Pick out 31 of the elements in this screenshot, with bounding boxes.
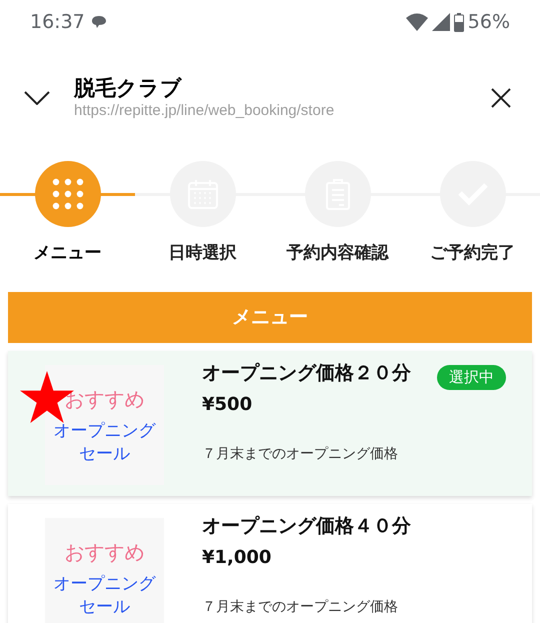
step-label: メニュー <box>34 242 102 265</box>
step-label: ご予約完了 <box>430 242 515 265</box>
menu-title: オープニング価格２０分 <box>202 360 411 386</box>
battery-icon <box>454 12 464 32</box>
battery-percent: 56% <box>468 10 510 35</box>
page-title: 脱毛クラブ <box>74 75 183 101</box>
thumbnail-caption: セール <box>79 442 130 466</box>
step-label: 予約内容確認 <box>286 242 388 265</box>
grid-icon <box>50 177 84 211</box>
step-label: 日時選択 <box>168 242 236 265</box>
menu-title: オープニング価格４０分 <box>202 514 411 538</box>
thumbnail-tag: おすすめ <box>64 536 144 566</box>
menu-note: ７月末までのオープニング価格 <box>202 598 399 617</box>
thumbnail-caption: オープニング <box>54 572 156 596</box>
menu-card[interactable]: おすすめ オープニング セール オープニング価格４０分 ¥1,000 ７月末までのオープニング価格 <box>8 504 532 623</box>
wifi-icon <box>406 13 428 31</box>
thumbnail-caption: セール <box>79 596 130 618</box>
menu-note: ７月末までのオープニング価格 <box>202 445 399 464</box>
thumbnail-caption: オープニング <box>54 420 156 442</box>
selected-badge: 選択中 <box>437 364 506 390</box>
thumbnail-tag: おすすめ <box>64 384 144 414</box>
chevron-down-icon <box>24 91 50 105</box>
page-url: https://repitte.jp/line/web_booking/store <box>74 101 336 121</box>
menu-price: ¥1,000 <box>202 546 272 570</box>
status-time: 16:37 <box>30 10 85 35</box>
close-icon <box>491 88 511 108</box>
menu-price: ¥500 <box>202 393 254 417</box>
chat-bubble-icon <box>90 14 107 30</box>
menu-card[interactable]: おすすめ オープニング セール オープニング価格２０分 ¥500 ７月末までのオープニング価格 選択中 <box>8 350 532 496</box>
section-header: メニュー <box>8 292 532 342</box>
signal-icon <box>432 13 450 31</box>
